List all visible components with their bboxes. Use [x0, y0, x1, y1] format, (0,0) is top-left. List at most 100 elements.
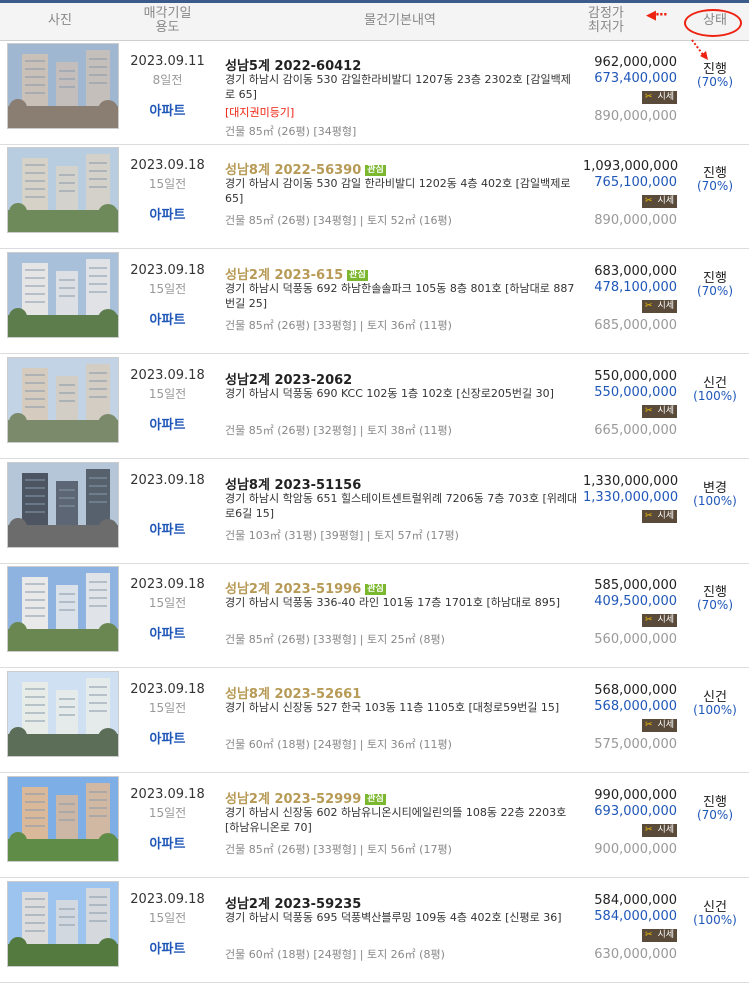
key-icon: ✂: [645, 511, 653, 521]
sale-date: 2023.09.11: [130, 54, 205, 69]
key-icon: ✂: [645, 825, 653, 835]
market-price-button[interactable]: ✂ 시세: [642, 510, 677, 523]
property-type-link[interactable]: 아파트: [125, 519, 210, 538]
status-percent: (100%): [693, 703, 737, 717]
market-price-button[interactable]: ✂ 시세: [642, 719, 677, 732]
minimum-price: 765,100,000: [594, 175, 677, 190]
header-date-use: 매각기일 용도: [125, 7, 210, 35]
market-price: 685,000,000: [594, 318, 677, 333]
property-photo[interactable]: [7, 252, 119, 338]
listing-row[interactable]: 2023.09.18 15일전 아파트 성남2계 2023-2062 경기 하남시 덕풍…: [0, 354, 749, 459]
market-price-label[interactable]: 시세: [657, 720, 674, 730]
days-ago: 15일전: [148, 282, 187, 296]
header-info: 물건기본내역: [364, 13, 436, 28]
header-minimum[interactable]: 최저가: [588, 20, 624, 35]
sale-date: 2023.09.18: [130, 158, 205, 173]
market-price: 890,000,000: [594, 109, 677, 124]
status-percent: (70%): [696, 808, 734, 822]
days-ago: 15일전: [148, 701, 187, 715]
property-type-link[interactable]: 아파트: [125, 414, 210, 433]
interest-badge: 관심: [347, 270, 368, 281]
days-ago: 15일전: [148, 387, 187, 401]
property-photo[interactable]: [7, 357, 119, 443]
property-photo[interactable]: [7, 776, 119, 862]
address: 경기 하남시 신장동 602 하남유니온시티에일린의뜰 108동 22층 220…: [225, 806, 567, 834]
market-price: 575,000,000: [594, 737, 677, 752]
market-price-button[interactable]: ✂ 시세: [642, 405, 677, 418]
property-type-link[interactable]: 아파트: [125, 728, 210, 747]
listing-row[interactable]: 2023.09.18 15일전 아파트 성남8계 2023-52661 경기 하남시 신…: [0, 668, 749, 773]
market-price-label[interactable]: 시세: [657, 406, 674, 416]
property-type-link[interactable]: 아파트: [125, 204, 210, 223]
address: 경기 하남시 덕풍동 695 덕풍벽산블루밍 109동 4층 402호 [신평로…: [225, 911, 562, 924]
listing-row[interactable]: 2023.09.18 15일전 아파트 성남2계 2023-59235 경기 하남시 덕…: [0, 878, 749, 983]
appraisal-price: 683,000,000: [594, 264, 677, 279]
property-type-link[interactable]: 아파트: [125, 623, 210, 642]
market-price-label[interactable]: 시세: [657, 930, 674, 940]
market-price-label[interactable]: 시세: [657, 301, 674, 311]
minimum-price: 1,330,000,000: [583, 490, 679, 505]
days-ago: 15일전: [148, 596, 187, 610]
appraisal-price: 584,000,000: [594, 893, 677, 908]
listing-row[interactable]: 2023.09.18 15일전 아파트 성남2계 2023-52999 관심 경기 하남시…: [0, 773, 749, 878]
property-photo[interactable]: [7, 43, 119, 129]
market-price-button[interactable]: ✂ 시세: [642, 824, 677, 837]
days-ago: 15일전: [148, 806, 187, 820]
market-price: 900,000,000: [594, 842, 677, 857]
market-price-button[interactable]: ✂ 시세: [642, 300, 677, 313]
property-type-link[interactable]: 아파트: [125, 100, 210, 119]
market-price-label[interactable]: 시세: [657, 615, 674, 625]
listing-row[interactable]: 2023.09.11 8일전 아파트 성남5계 2022-60412 경기 하남시 감이…: [0, 40, 749, 145]
property-type-link[interactable]: 아파트: [125, 309, 210, 328]
minimum-price: 693,000,000: [594, 804, 677, 819]
days-ago: 8일전: [152, 73, 183, 87]
sale-date: 2023.09.18: [130, 682, 205, 697]
address: 경기 하남시 덕풍동 336-40 라인 101동 17층 1701호 [하남대…: [225, 596, 561, 609]
market-price-label[interactable]: 시세: [657, 511, 674, 521]
status-percent: (70%): [696, 75, 734, 89]
key-icon: ✂: [645, 930, 653, 940]
market-price-button[interactable]: ✂ 시세: [642, 929, 677, 942]
sale-date: 2023.09.18: [130, 473, 205, 488]
listing-row[interactable]: 2023.09.18 15일전 아파트 성남2계 2023-615 관심 경기 하남시 덕…: [0, 249, 749, 354]
sale-date: 2023.09.18: [130, 368, 205, 383]
property-photo[interactable]: [7, 881, 119, 967]
appraisal-price: 1,330,000,000: [583, 474, 679, 489]
property-type-link[interactable]: 아파트: [125, 938, 210, 957]
property-photo[interactable]: [7, 671, 119, 757]
minimum-price: 478,100,000: [594, 280, 677, 295]
header-photo: 사진: [48, 13, 72, 28]
property-photo[interactable]: [7, 566, 119, 652]
property-photo[interactable]: [7, 147, 119, 233]
interest-badge: 관심: [365, 794, 386, 805]
appraisal-price: 962,000,000: [594, 55, 677, 70]
appraisal-price: 568,000,000: [594, 683, 677, 698]
market-price-label[interactable]: 시세: [657, 825, 674, 835]
market-price: 560,000,000: [594, 632, 677, 647]
area-info: 건물 60㎡ (18평) [24평형] | 토지 36㎡ (11평): [225, 738, 452, 751]
market-price-button[interactable]: ✂ 시세: [642, 614, 677, 627]
appraisal-price: 585,000,000: [594, 578, 677, 593]
property-photo[interactable]: [7, 462, 119, 548]
status-percent: (70%): [696, 598, 734, 612]
days-ago: 15일전: [148, 177, 187, 191]
property-type-link[interactable]: 아파트: [125, 833, 210, 852]
market-price-label[interactable]: 시세: [657, 196, 674, 206]
listing-row[interactable]: 2023.09.18 아파트 성남8계 2023-51156 경기 하남시 학암동 6…: [0, 459, 749, 564]
market-price-button[interactable]: ✂ 시세: [642, 91, 677, 104]
days-ago: 15일전: [148, 911, 187, 925]
market-price: 890,000,000: [594, 213, 677, 228]
status-percent: (100%): [693, 913, 737, 927]
appraisal-price: 550,000,000: [594, 369, 677, 384]
market-price-label[interactable]: 시세: [657, 92, 674, 102]
listing-row[interactable]: 2023.09.18 15일전 아파트 성남2계 2023-51996 관심 경기 하남시…: [0, 563, 749, 668]
key-icon: ✂: [645, 720, 653, 730]
listing-row[interactable]: 2023.09.18 15일전 아파트 성남8계 2022-56390 관심 경기 하남시…: [0, 144, 749, 249]
key-icon: ✂: [645, 301, 653, 311]
red-arrow-left: ◀···: [646, 8, 668, 23]
key-icon: ✂: [645, 406, 653, 416]
area-info: 건물 85㎡ (26평) [33평형] | 토지 56㎡ (17평): [225, 843, 452, 856]
address: 경기 하남시 덕풍동 690 KCC 102동 1층 102호 [신장로205번…: [225, 387, 554, 400]
market-price-button[interactable]: ✂ 시세: [642, 195, 677, 208]
header-appraisal[interactable]: 감정가: [588, 6, 624, 21]
